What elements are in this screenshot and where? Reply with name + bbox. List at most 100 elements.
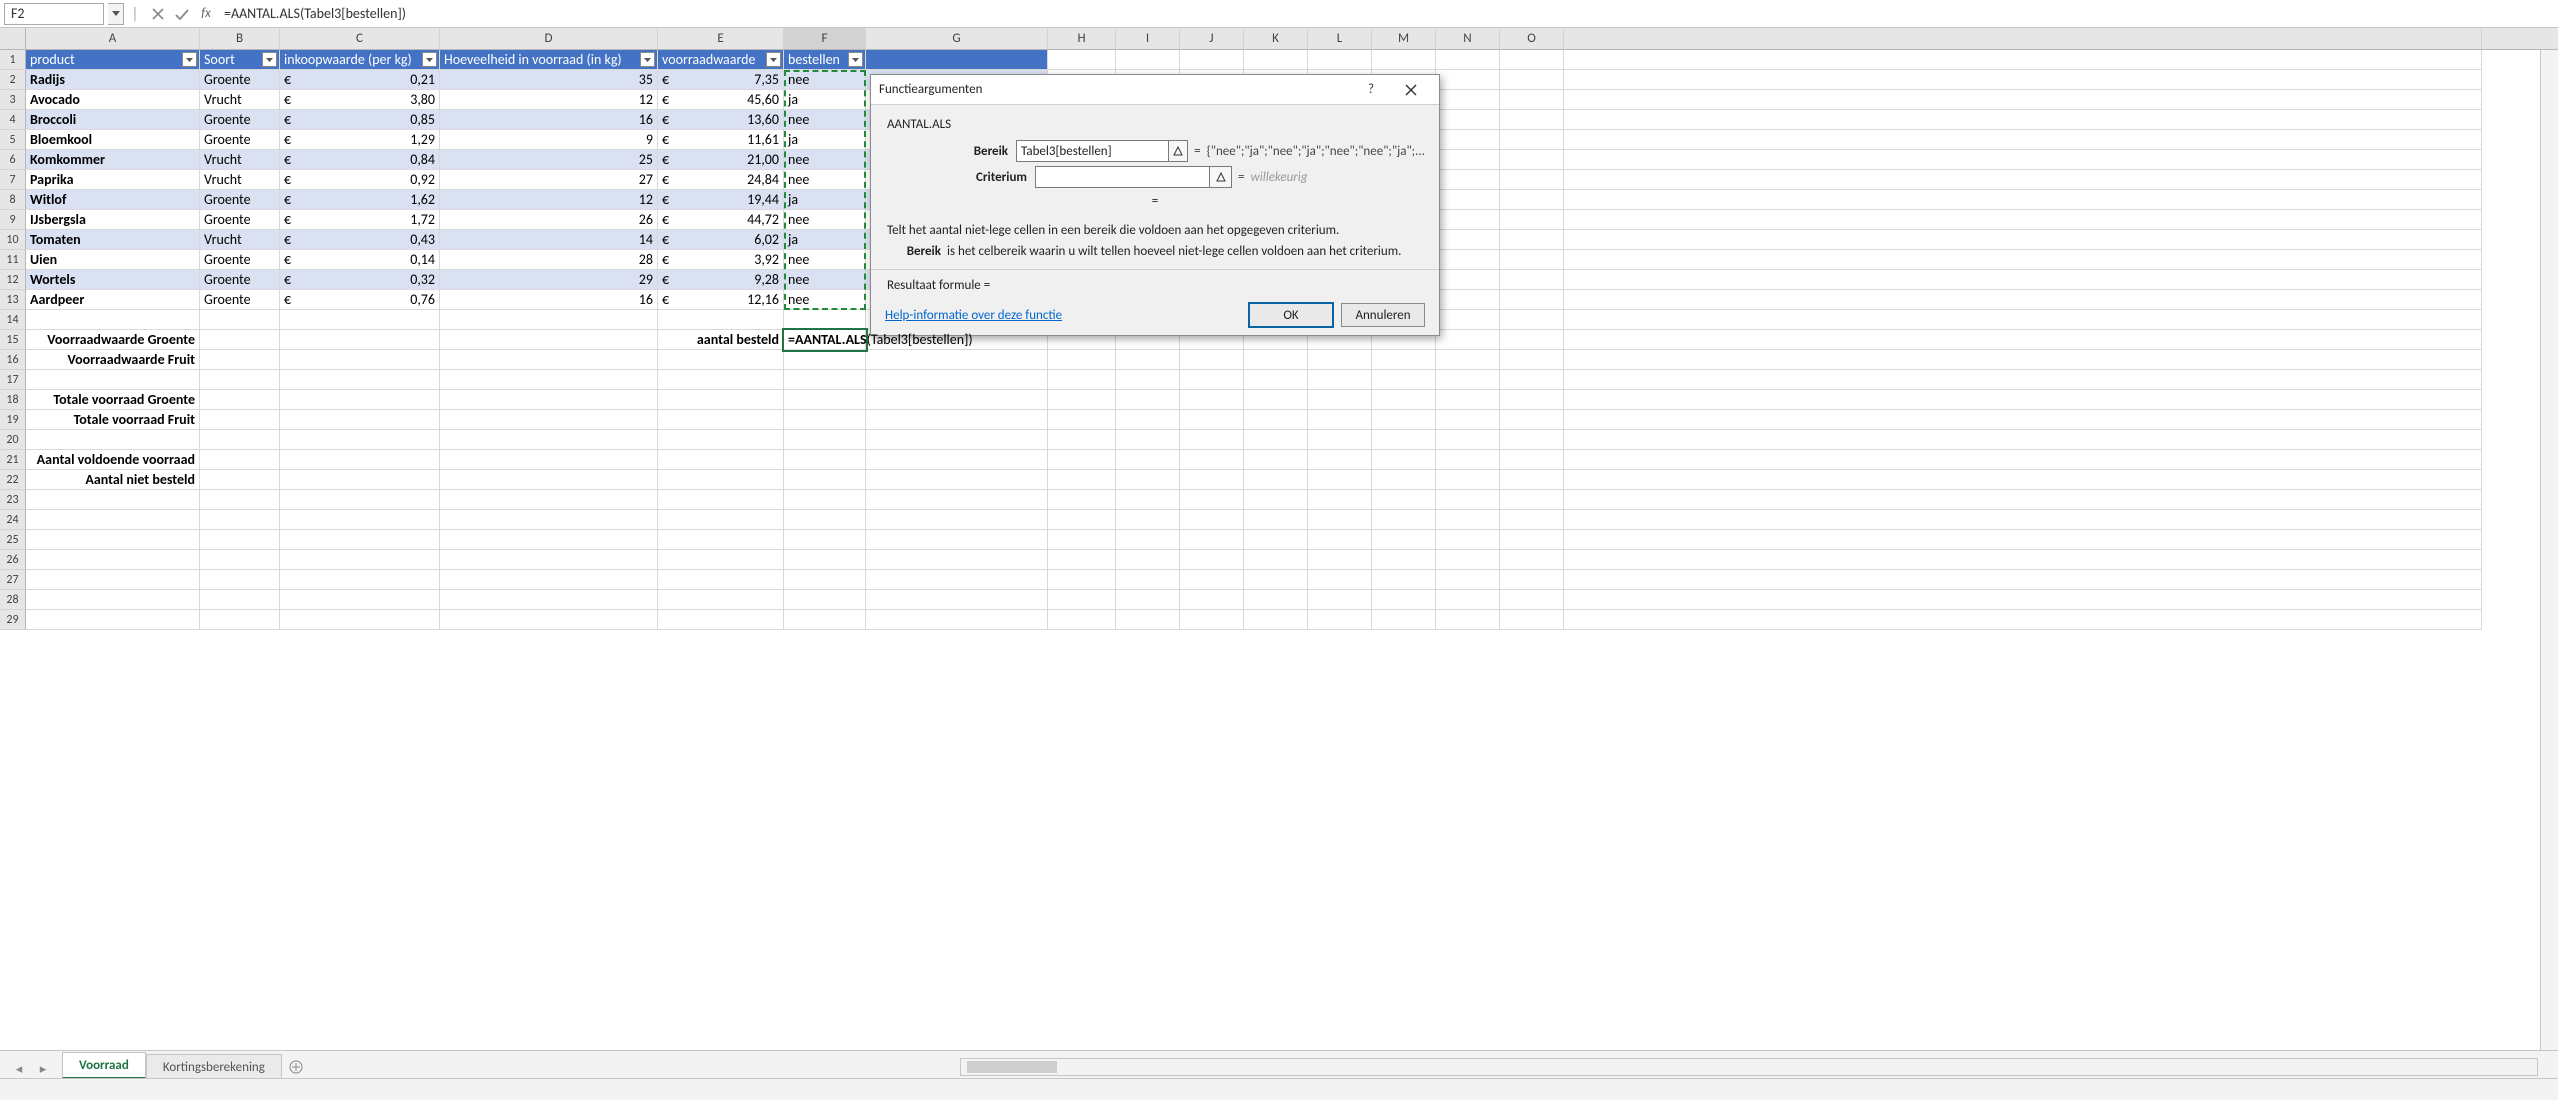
cell[interactable] (1436, 530, 1500, 550)
cell[interactable] (1048, 470, 1116, 490)
cell[interactable] (1180, 570, 1244, 590)
col-header-B[interactable]: B (200, 28, 280, 49)
cell-bestellen[interactable]: nee (784, 210, 866, 230)
cell[interactable] (440, 610, 658, 630)
cell-bestellen[interactable]: nee (784, 170, 866, 190)
cell-product[interactable]: Uien (26, 250, 200, 270)
new-sheet-button[interactable] (282, 1055, 310, 1079)
cell[interactable] (1500, 570, 1564, 590)
filter-button[interactable] (262, 52, 277, 67)
cell[interactable] (1048, 550, 1116, 570)
cell[interactable] (1180, 530, 1244, 550)
cell[interactable] (1116, 570, 1180, 590)
cell[interactable] (1500, 110, 1564, 130)
cell[interactable] (1308, 410, 1372, 430)
cell[interactable] (1500, 550, 1564, 570)
cell[interactable] (1244, 370, 1308, 390)
cell-soort[interactable]: Groente (200, 70, 280, 90)
cell[interactable] (200, 370, 280, 390)
cell[interactable] (1564, 590, 2482, 610)
cell[interactable] (1244, 450, 1308, 470)
cell-bestellen[interactable]: ja (784, 190, 866, 210)
cell[interactable] (658, 410, 784, 430)
row-header-10[interactable]: 10 (0, 230, 26, 250)
cell-voorraadwaarde[interactable]: €9,28 (658, 270, 784, 290)
cell[interactable] (1048, 350, 1116, 370)
row-header-26[interactable]: 26 (0, 550, 26, 570)
cancel-formula-button[interactable] (146, 3, 170, 25)
insert-function-button[interactable]: fx (194, 3, 218, 25)
cell-inkoop[interactable]: €0,85 (280, 110, 440, 130)
row-header-18[interactable]: 18 (0, 390, 26, 410)
cell[interactable] (1372, 410, 1436, 430)
cell[interactable] (658, 550, 784, 570)
cell[interactable] (866, 430, 1048, 450)
cell[interactable] (1500, 130, 1564, 150)
cell[interactable] (866, 530, 1048, 550)
cell[interactable] (1500, 430, 1564, 450)
cell-A15[interactable]: Voorraadwaarde Groente (26, 330, 200, 350)
cell[interactable] (280, 470, 440, 490)
cell[interactable] (1500, 390, 1564, 410)
cell[interactable] (1116, 410, 1180, 430)
cell[interactable] (866, 390, 1048, 410)
cell[interactable] (866, 550, 1048, 570)
cell-soort[interactable]: Vrucht (200, 150, 280, 170)
col-header-K[interactable]: K (1244, 28, 1308, 49)
cell[interactable] (866, 370, 1048, 390)
cell[interactable] (658, 490, 784, 510)
cell[interactable] (1436, 270, 1500, 290)
cell[interactable] (1244, 510, 1308, 530)
cell-inkoop[interactable]: €3,80 (280, 90, 440, 110)
cell-product[interactable]: Paprika (26, 170, 200, 190)
cell[interactable] (1564, 330, 2482, 350)
cell[interactable] (1436, 110, 1500, 130)
cell[interactable] (866, 590, 1048, 610)
cell-hoeveelheid[interactable]: 25 (440, 150, 658, 170)
cell-voorraadwaarde[interactable]: €12,16 (658, 290, 784, 310)
cell-A16[interactable]: Voorraadwaarde Fruit (26, 350, 200, 370)
cell[interactable] (1564, 510, 2482, 530)
cell[interactable] (440, 430, 658, 450)
cell[interactable] (1436, 550, 1500, 570)
cell[interactable] (1564, 490, 2482, 510)
cell-bestellen[interactable]: nee (784, 270, 866, 290)
cell[interactable] (1436, 510, 1500, 530)
cell[interactable] (1436, 70, 1500, 90)
cell[interactable] (1436, 210, 1500, 230)
cell[interactable] (1372, 530, 1436, 550)
row-header-7[interactable]: 7 (0, 170, 26, 190)
cell[interactable] (1308, 510, 1372, 530)
cell[interactable] (200, 450, 280, 470)
cell[interactable] (440, 470, 658, 490)
cell-hoeveelheid[interactable]: 14 (440, 230, 658, 250)
cell[interactable] (1180, 350, 1244, 370)
cell[interactable] (866, 410, 1048, 430)
table-header-soort[interactable]: Soort (200, 50, 280, 70)
cell[interactable] (1564, 130, 2482, 150)
cell[interactable] (1244, 430, 1308, 450)
cell-hoeveelheid[interactable]: 27 (440, 170, 658, 190)
cell[interactable] (784, 470, 866, 490)
row-header-22[interactable]: 22 (0, 470, 26, 490)
cell[interactable] (1500, 50, 1564, 70)
cell[interactable] (1180, 470, 1244, 490)
cell[interactable] (200, 390, 280, 410)
cell[interactable] (1244, 590, 1308, 610)
cell-soort[interactable]: Groente (200, 110, 280, 130)
cell-soort[interactable]: Groente (200, 210, 280, 230)
cell[interactable] (658, 470, 784, 490)
cell[interactable] (658, 370, 784, 390)
cell[interactable] (440, 450, 658, 470)
cell[interactable] (1500, 510, 1564, 530)
cell-voorraadwaarde[interactable]: €7,35 (658, 70, 784, 90)
cell[interactable] (1372, 570, 1436, 590)
cell[interactable] (784, 310, 866, 330)
cell-F15-editing[interactable]: =AANTAL.ALS(Tabel3[bestellen]) (784, 330, 866, 350)
collapse-dialog-button[interactable] (1210, 166, 1232, 188)
cell[interactable] (1436, 310, 1500, 330)
cell[interactable] (200, 410, 280, 430)
table-header-inkoop[interactable]: inkoopwaarde (per kg) (280, 50, 440, 70)
cell[interactable] (1564, 310, 2482, 330)
cell[interactable] (440, 410, 658, 430)
